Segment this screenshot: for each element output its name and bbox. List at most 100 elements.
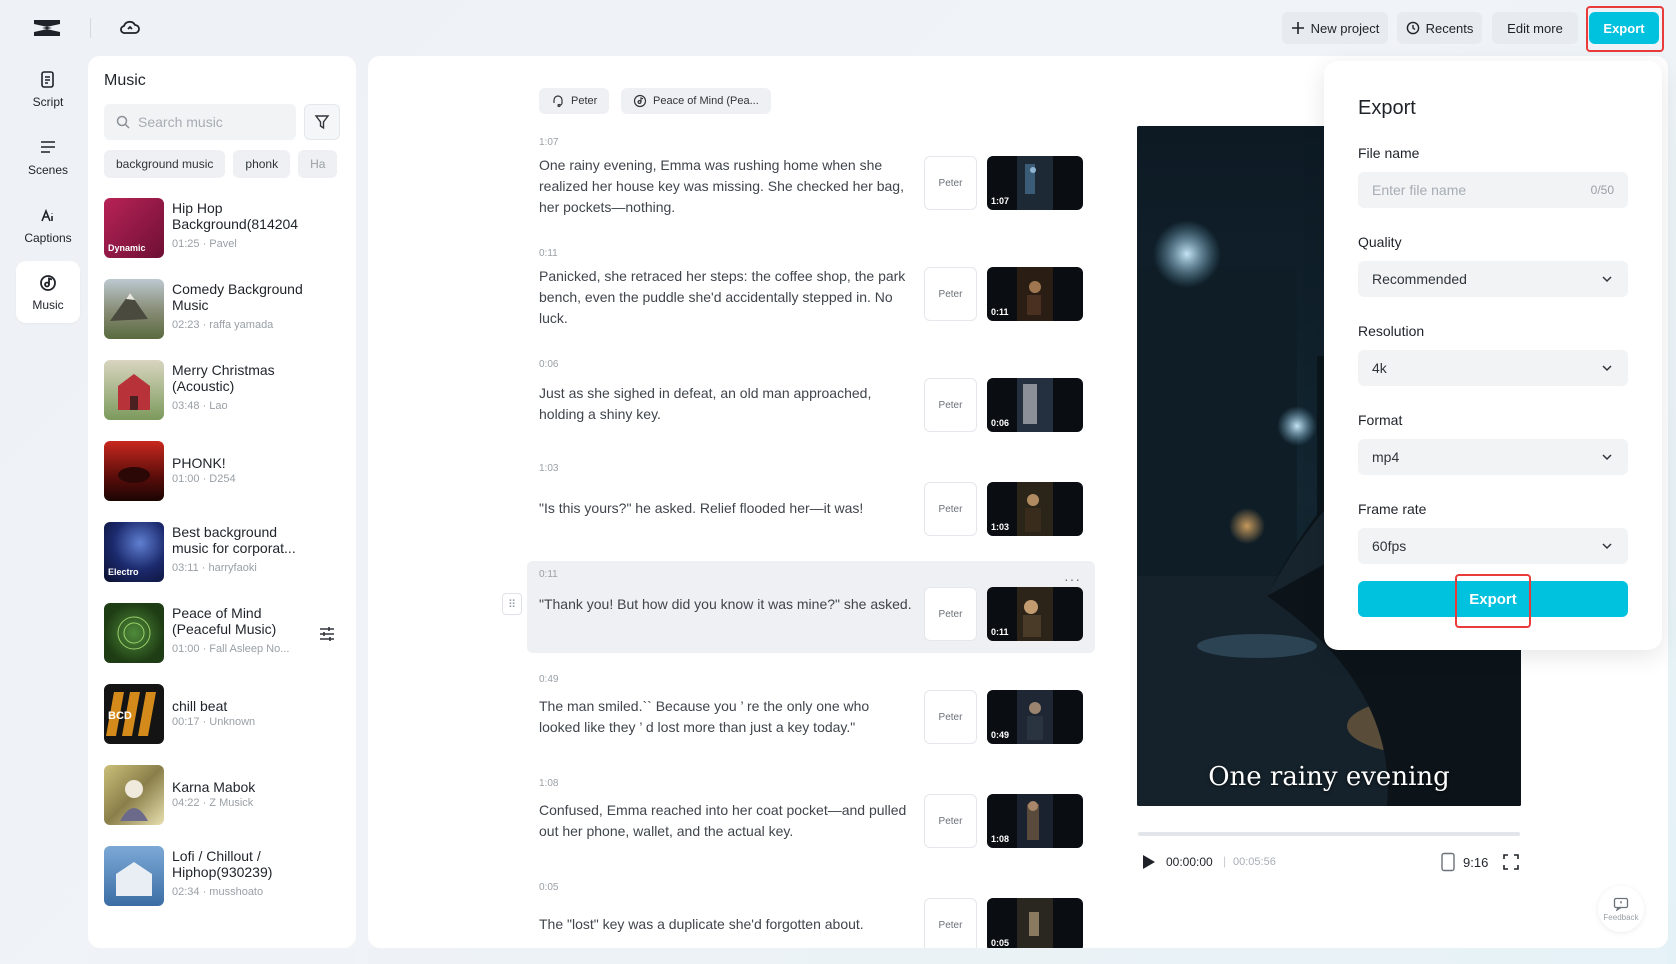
row-clip-thumbnail[interactable]: 0:11 [987, 587, 1083, 641]
music-search-input[interactable] [138, 114, 288, 130]
new-project-button[interactable]: New project [1282, 12, 1388, 44]
track-item[interactable]: BCD chill beat 00:17 · Unknown [104, 684, 340, 746]
track-item[interactable]: Electro Best background music for corpor… [104, 522, 340, 584]
script-row[interactable]: 1:08 Confused, Emma reached into her coa… [527, 770, 1095, 870]
adjust-icon[interactable] [318, 625, 336, 643]
playback-progress-bar[interactable] [1138, 832, 1520, 836]
track-item[interactable]: Karna Mabok 04:22 · Z Musick [104, 765, 340, 827]
highlight-box-top-export [1586, 6, 1664, 52]
row-clip-thumbnail[interactable]: 0:05 [987, 898, 1083, 952]
clock-icon [1406, 21, 1419, 35]
row-timestamp: 1:07 [539, 137, 559, 148]
format-select[interactable]: mp4 [1358, 439, 1628, 475]
script-row[interactable]: 0:11 Panicked, she retraced her steps: t… [527, 243, 1095, 343]
edit-more-button[interactable]: Edit more [1492, 12, 1578, 44]
script-row[interactable]: 1:07 One rainy evening, Emma was rushing… [527, 132, 1095, 232]
track-meta: 01:00 · D254 [172, 473, 236, 485]
row-text[interactable]: Confused, Emma reached into her coat poc… [539, 800, 914, 842]
video-caption: One rainy evening [1208, 762, 1450, 792]
music-search-box[interactable] [104, 104, 296, 140]
row-text[interactable]: The man smiled.`` Because you ’ re the o… [539, 696, 914, 738]
track-meta: 02:34 · musshoato [172, 886, 264, 898]
row-clip-thumbnail[interactable]: 1:07 [987, 156, 1083, 210]
nav-scenes[interactable]: Scenes [16, 126, 80, 188]
track-meta: 02:23 · raffa yamada [172, 319, 274, 331]
export-dialog-title: Export [1358, 97, 1416, 119]
row-text[interactable]: Just as she sighed in defeat, an old man… [539, 383, 914, 425]
captions-icon [41, 208, 53, 221]
music-tag[interactable]: Peace of Mind (Pea... [621, 88, 771, 114]
row-timestamp: 1:03 [539, 463, 559, 474]
scenes-icon [41, 140, 55, 153]
script-row[interactable]: 0:06 Just as she sighed in defeat, an ol… [527, 354, 1095, 446]
time-separator: | [1223, 854, 1227, 868]
music-icon [40, 274, 56, 291]
feedback-button[interactable]: Feedback [1598, 886, 1644, 932]
track-item[interactable]: Peace of Mind (Peaceful Music) 01:00 · F… [104, 603, 340, 665]
track-title: PHONK! [172, 455, 226, 471]
filter-button[interactable] [304, 104, 340, 140]
fullscreen-icon[interactable] [1502, 853, 1520, 871]
chip-phonk[interactable]: phonk [233, 150, 291, 178]
file-name-counter: 0/50 [1590, 183, 1614, 197]
track-item[interactable]: PHONK! 01:00 · D254 [104, 441, 340, 503]
row-voice-button[interactable]: Peter [924, 587, 977, 641]
row-voice-button[interactable]: Peter [924, 690, 977, 744]
file-name-input[interactable] [1372, 182, 1572, 198]
track-title: Merry Christmas (Acoustic) [172, 362, 275, 394]
feedback-icon [1613, 897, 1629, 911]
capcut-logo-icon[interactable] [30, 14, 64, 42]
frame-rate-select[interactable]: 60fps [1358, 528, 1628, 564]
row-text[interactable]: "Thank you! But how did you know it was … [539, 594, 914, 615]
resolution-label: Resolution [1358, 323, 1425, 339]
track-title: Best background music for corporat... [172, 524, 296, 556]
row-voice-button[interactable]: Peter [924, 378, 977, 432]
aspect-ratio-icon[interactable] [1440, 852, 1456, 872]
script-row[interactable]: 1:03 "Is this yours?" he asked. Relief f… [527, 458, 1095, 550]
quality-select[interactable]: Recommended [1358, 261, 1628, 297]
cloud-icon[interactable] [118, 15, 142, 39]
current-time: 00:00:00 [1166, 855, 1213, 869]
drag-handle-icon[interactable]: ⠿ [502, 593, 522, 615]
track-thumbnail [104, 846, 164, 906]
more-icon[interactable]: ··· [1064, 571, 1081, 587]
track-meta: 00:17 · Unknown [172, 716, 256, 728]
row-clip-thumbnail[interactable]: 1:03 [987, 482, 1083, 536]
nav-script[interactable]: Script [16, 58, 80, 120]
aspect-ratio-label[interactable]: 9:16 [1463, 855, 1488, 870]
recents-button[interactable]: Recents [1397, 12, 1482, 44]
frame-rate-label: Frame rate [1358, 501, 1427, 517]
track-item[interactable]: Dynamic Hip Hop Background(814204 01:25 … [104, 198, 340, 260]
track-item[interactable]: Merry Christmas (Acoustic) 03:48 · Lao [104, 360, 340, 422]
row-voice-button[interactable]: Peter [924, 482, 977, 536]
row-clip-thumbnail[interactable]: 1:08 [987, 794, 1083, 848]
row-timestamp: 0:06 [539, 359, 559, 370]
script-row[interactable]: 0:49 The man smiled.`` Because you ’ re … [527, 666, 1095, 766]
resolution-select[interactable]: 4k [1358, 350, 1628, 386]
row-text[interactable]: "Is this yours?" he asked. Relief floode… [539, 498, 914, 519]
row-text[interactable]: One rainy evening, Emma was rushing home… [539, 155, 914, 218]
chip-background-music[interactable]: background music [104, 150, 226, 178]
track-thumbnail [104, 360, 164, 420]
voice-tag[interactable]: Peter [539, 88, 610, 114]
search-icon [116, 115, 130, 129]
row-text[interactable]: Panicked, she retraced her steps: the co… [539, 266, 914, 329]
track-item[interactable]: Comedy Background Music 02:23 · raffa ya… [104, 279, 340, 341]
row-clip-thumbnail[interactable]: 0:06 [987, 378, 1083, 432]
script-row-selected[interactable]: 0:11 ··· "Thank you! But how did you kno… [527, 561, 1095, 653]
row-text[interactable]: The "lost" key was a duplicate she'd for… [539, 914, 914, 935]
row-clip-thumbnail[interactable]: 0:11 [987, 267, 1083, 321]
row-voice-button[interactable]: Peter [924, 156, 977, 210]
row-voice-button[interactable]: Peter [924, 794, 977, 848]
row-voice-button[interactable]: Peter [924, 898, 977, 952]
nav-music[interactable]: Music [16, 261, 80, 323]
chip-partial[interactable]: Ha [298, 150, 338, 178]
play-icon[interactable] [1138, 852, 1158, 872]
nav-captions[interactable]: Captions [16, 194, 80, 256]
row-clip-thumbnail[interactable]: 0:49 [987, 690, 1083, 744]
row-voice-button[interactable]: Peter [924, 267, 977, 321]
chevron-down-icon [1602, 543, 1612, 550]
track-item[interactable]: Lofi / Chillout / Hiphop(930239) 02:34 ·… [104, 846, 340, 908]
voice-icon [553, 95, 563, 108]
file-name-field[interactable]: 0/50 [1358, 172, 1628, 208]
